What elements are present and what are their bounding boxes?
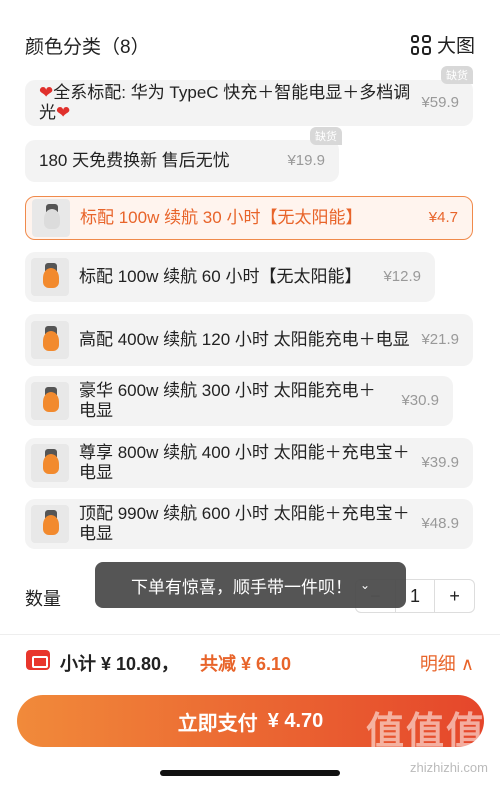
pay-label: 立即支付: [177, 712, 258, 735]
option-label: 顶配 990w 续航 600 小时 太阳能＋充电宝＋电显: [79, 504, 410, 543]
option-label: 标配 100w 续航 30 小时【无太阳能】: [80, 208, 363, 227]
discount-total: 共减 ¥ 6.10: [200, 654, 292, 674]
option-price: ¥4.7: [428, 209, 458, 226]
grid-icon: [410, 34, 431, 55]
promo-toast[interactable]: 下单有惊喜，顺手带一件呗！ ⌄: [95, 562, 406, 608]
heart-icon: ❤: [56, 103, 71, 122]
soldout-badge: 缺货: [441, 66, 473, 84]
price-summary: 小计 ¥ 10.80， 共减 ¥ 6.10 明细 ∧: [0, 640, 500, 682]
sku-option-4[interactable]: 高配 400w 续航 120 小时 太阳能充电＋电显 ¥21.9: [25, 314, 473, 366]
subtotal: 小计 ¥ 10.80，: [60, 654, 180, 674]
product-thumbnail: [31, 258, 69, 296]
option-price: ¥59.9: [421, 94, 459, 111]
watermark-logo: 值值值: [365, 711, 486, 753]
sku-option-1[interactable]: 180 天免费换新 售后无忧 ¥19.9: [25, 140, 339, 182]
product-thumbnail: [31, 321, 69, 359]
product-thumbnail: [31, 505, 69, 543]
option-price: ¥30.9: [401, 392, 439, 409]
option-label: 高配 400w 续航 120 小时 太阳能充电＋电显: [79, 330, 410, 349]
sku-header: 颜色分类（8） 大图: [0, 0, 500, 70]
big-image-label: 大图: [436, 36, 475, 57]
divider: [0, 634, 500, 635]
detail-toggle[interactable]: 明细 ∧: [420, 650, 474, 676]
option-label: 标配 100w 续航 60 小时【无太阳能】: [79, 267, 362, 286]
quantity-plus-button[interactable]: +: [435, 580, 474, 612]
color-category-title: 颜色分类（8）: [25, 37, 150, 58]
product-thumbnail: [32, 199, 70, 237]
quantity-label: 数量: [25, 589, 61, 609]
option-label: 尊享 800w 续航 400 小时 太阳能＋充电宝＋电显: [79, 443, 410, 482]
coupon-icon: [26, 650, 50, 670]
option-price: ¥48.9: [421, 515, 459, 532]
sku-option-5[interactable]: 豪华 600w 续航 300 小时 太阳能充电＋电显 ¥30.9: [25, 376, 453, 426]
sku-option-3[interactable]: 标配 100w 续航 60 小时【无太阳能】 ¥12.9: [25, 252, 435, 302]
product-thumbnail: [31, 444, 69, 482]
sku-option-2[interactable]: 标配 100w 续航 30 小时【无太阳能】 ¥4.7: [25, 196, 473, 240]
option-label: 豪华 600w 续航 300 小时 太阳能充电＋电显: [79, 381, 376, 420]
toast-text: 下单有惊喜，顺手带一件呗！: [130, 577, 352, 597]
soldout-badge: 缺货: [310, 127, 342, 145]
sku-option-6[interactable]: 尊享 800w 续航 400 小时 太阳能＋充电宝＋电显 ¥39.9: [25, 438, 473, 488]
product-thumbnail: [31, 382, 69, 420]
watermark-url: zhizhizhi.com: [409, 760, 488, 775]
option-price: ¥39.9: [421, 454, 459, 471]
sku-option-7[interactable]: 顶配 990w 续航 600 小时 太阳能＋充电宝＋电显 ¥48.9: [25, 499, 473, 549]
option-price: ¥19.9: [287, 152, 325, 169]
sku-option-0[interactable]: ❤全系标配: 华为 TypeC 快充＋智能电显＋多档调光❤ ¥59.9: [25, 80, 473, 126]
option-label: ❤全系标配: 华为 TypeC 快充＋智能电显＋多档调光❤: [39, 83, 411, 122]
chevron-down-icon: ⌄: [359, 578, 371, 592]
big-image-toggle[interactable]: 大图: [410, 31, 475, 58]
option-label: 180 天免费换新 售后无忧: [39, 151, 230, 170]
heart-icon: ❤: [39, 83, 54, 102]
home-indicator[interactable]: [160, 770, 340, 776]
pay-amount: ¥ 4.70: [267, 709, 324, 732]
option-price: ¥12.9: [383, 268, 421, 285]
option-price: ¥21.9: [421, 331, 459, 348]
